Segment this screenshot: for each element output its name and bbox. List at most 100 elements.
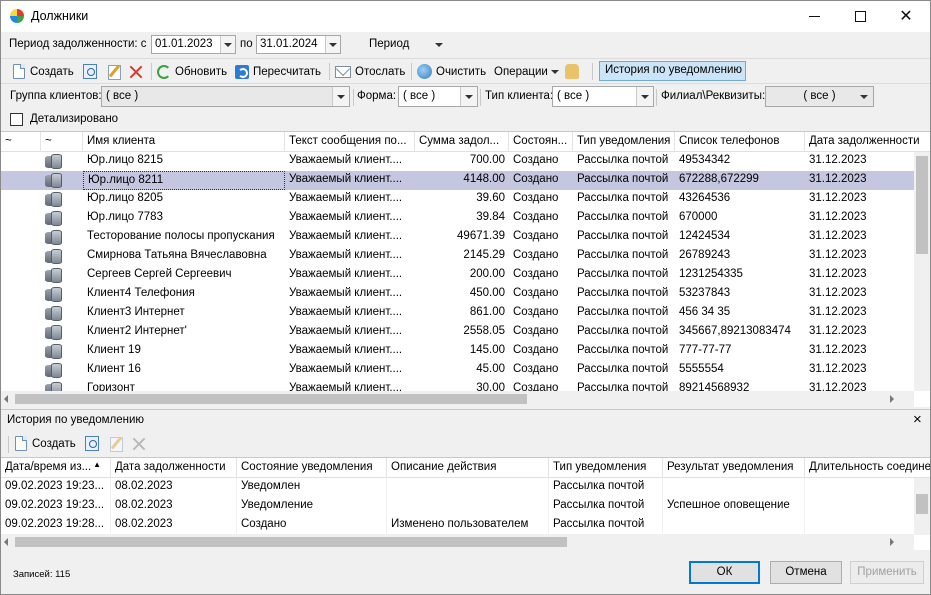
period-mode-select[interactable]: Период: [369, 38, 409, 50]
history-horizontal-scrollbar[interactable]: [1, 534, 914, 550]
refresh-button[interactable]: Обновить: [157, 61, 227, 82]
history-column-debt-date[interactable]: Дата задолженности: [111, 458, 237, 478]
history-column-state[interactable]: Состояние уведомления: [237, 458, 387, 478]
edit-button[interactable]: [107, 61, 126, 82]
history-cell-result: [663, 516, 805, 535]
table-row[interactable]: Смирнова Татьяна Вячеславовна Уважаемый к…: [1, 247, 914, 266]
table-row[interactable]: Клиент4 Телефония Уважаемый клиент.... 450…: [1, 285, 914, 304]
history-column-result[interactable]: Результат уведомления: [663, 458, 805, 478]
create-button[interactable]: Создать: [11, 61, 74, 82]
scroll-thumb[interactable]: [916, 494, 928, 514]
period-to-dropdown[interactable]: [325, 36, 340, 53]
cell-debt-date: 31.12.2023: [809, 325, 867, 337]
history-edit-button[interactable]: [109, 433, 128, 454]
cell-phones: 670000: [679, 211, 718, 223]
minimize-button[interactable]: [791, 1, 837, 31]
period-from-dropdown[interactable]: [220, 36, 235, 53]
history-column-type[interactable]: Тип уведомления: [549, 458, 663, 478]
grid-horizontal-scrollbar[interactable]: [1, 391, 914, 407]
send-label: Отослать: [355, 65, 406, 78]
period-from-input[interactable]: 01.01.2023: [151, 35, 236, 54]
cancel-button[interactable]: Отмена: [770, 561, 842, 584]
type-select[interactable]: ( все ): [552, 86, 654, 107]
history-row[interactable]: 09.02.2023 19:23... 08.02.2023 Уведомлен Ра…: [1, 478, 914, 497]
history-find-button[interactable]: [85, 433, 103, 454]
detail-label[interactable]: Детализировано: [30, 113, 118, 125]
cell-name: Тесторование полосы пропускания: [87, 230, 275, 242]
column-header-debt-date[interactable]: Дата задолженности: [805, 132, 930, 152]
operations-menu[interactable]: Операции: [494, 61, 559, 82]
table-row[interactable]: Юр.лицо 7783 Уважаемый клиент.... 39.84 Соз…: [1, 209, 914, 228]
history-column-datetime[interactable]: Дата/время из... ▲: [1, 458, 111, 478]
table-row[interactable]: Клиент 16 Уважаемый клиент.... 45.00 Создан…: [1, 361, 914, 380]
maximize-button[interactable]: [837, 1, 883, 31]
history-create-button[interactable]: Создать: [13, 433, 76, 454]
branch-dropdown[interactable]: [856, 87, 873, 106]
cell-debt-date: 31.12.2023: [809, 211, 867, 223]
column-header-client-name[interactable]: Имя клиента: [83, 132, 285, 152]
cell-debt-date: 31.12.2023: [809, 192, 867, 204]
send-button[interactable]: Отослать: [335, 61, 405, 82]
column-header-notification-type[interactable]: Тип уведомления: [573, 132, 675, 152]
detail-checkbox[interactable]: [10, 113, 23, 126]
delete-button[interactable]: [128, 61, 147, 82]
chevron-down-icon[interactable]: [435, 43, 443, 47]
history-column-description[interactable]: Описание действия: [387, 458, 549, 478]
scroll-left-icon[interactable]: [4, 538, 8, 546]
cell-phones: 456 34 35: [679, 306, 731, 318]
close-button[interactable]: ✕: [883, 1, 929, 31]
cell-message-text: Уважаемый клиент....: [289, 249, 403, 261]
table-row[interactable]: Юр.лицо 8215 Уважаемый клиент.... 700.00 Со…: [1, 152, 914, 171]
type-dropdown[interactable]: [636, 87, 653, 106]
group-dropdown[interactable]: [332, 87, 349, 106]
clean-icon: [417, 64, 432, 79]
history-panel-close-icon[interactable]: ×: [913, 411, 922, 428]
cell-state: Создано: [513, 173, 559, 185]
table-row[interactable]: Сергеев Сергей Сергеевич Уважаемый клиент…: [1, 266, 914, 285]
history-toggle-button[interactable]: История по уведомлению: [599, 61, 746, 81]
history-vertical-scrollbar[interactable]: [914, 478, 930, 535]
find-button[interactable]: [83, 61, 101, 82]
table-row[interactable]: Юр.лицо 8205 Уважаемый клиент.... 39.60 Соз…: [1, 190, 914, 209]
column-header-debt-sum[interactable]: Сумма задол...: [415, 132, 509, 152]
scroll-thumb[interactable]: [15, 537, 567, 547]
column-header-icon[interactable]: ~: [41, 132, 83, 152]
column-header-message-text[interactable]: Текст сообщения по...: [285, 132, 415, 152]
cell-name: Юр.лицо 8215: [87, 154, 163, 166]
history-cell-type: Рассылка почтой: [549, 497, 663, 516]
refresh-icon: [157, 64, 171, 79]
form-dropdown[interactable]: [460, 87, 477, 106]
column-header-indicator[interactable]: ~: [1, 132, 41, 152]
period-to-input[interactable]: 31.01.2024: [256, 35, 341, 54]
scroll-right-icon[interactable]: [890, 395, 894, 403]
history-delete-button[interactable]: [131, 433, 150, 454]
form-select[interactable]: ( все ): [398, 86, 478, 107]
recalc-button[interactable]: Пересчитать: [235, 61, 321, 82]
scroll-thumb[interactable]: [916, 156, 928, 254]
cell-phones: 43264536: [679, 192, 731, 204]
group-select[interactable]: ( все ): [101, 86, 350, 107]
chevron-down-icon: [550, 69, 559, 74]
apply-button[interactable]: Применить: [850, 561, 924, 584]
history-row[interactable]: 09.02.2023 19:28... 08.02.2023 Создано Изме…: [1, 516, 914, 535]
history-column-duration[interactable]: Длительность соедине: [805, 458, 930, 478]
table-row[interactable]: Тесторование полосы пропускания Уважаемый…: [1, 228, 914, 247]
scroll-right-icon[interactable]: [890, 538, 894, 546]
column-header-state[interactable]: Состоян...: [509, 132, 573, 152]
column-header-phones[interactable]: Список телефонов: [675, 132, 805, 152]
ok-button[interactable]: ОК: [689, 561, 760, 584]
scroll-thumb[interactable]: [15, 394, 527, 404]
table-row[interactable]: Клиент3 Интернет Уважаемый клиент.... 861.…: [1, 304, 914, 323]
grid-vertical-scrollbar[interactable]: [914, 152, 930, 391]
table-row[interactable]: Юр.лицо 8211 Уважаемый клиент.... 4148.00 С…: [1, 171, 914, 190]
cell-notification-type: Рассылка почтой: [577, 363, 669, 375]
cell-name: Клиент 16: [87, 363, 141, 375]
table-row[interactable]: Клиент 19 Уважаемый клиент.... 145.00 Созда…: [1, 342, 914, 361]
hand-button[interactable]: [565, 61, 583, 82]
table-row[interactable]: Клиент2 Интернет' Уважаемый клиент.... 255…: [1, 323, 914, 342]
branch-select[interactable]: ( все ): [765, 86, 874, 107]
clean-button[interactable]: Очистить: [417, 61, 486, 82]
history-row[interactable]: 09.02.2023 19:23... 08.02.2023 Уведомление…: [1, 497, 914, 516]
chevron-down-icon: [465, 95, 473, 99]
scroll-left-icon[interactable]: [4, 395, 8, 403]
